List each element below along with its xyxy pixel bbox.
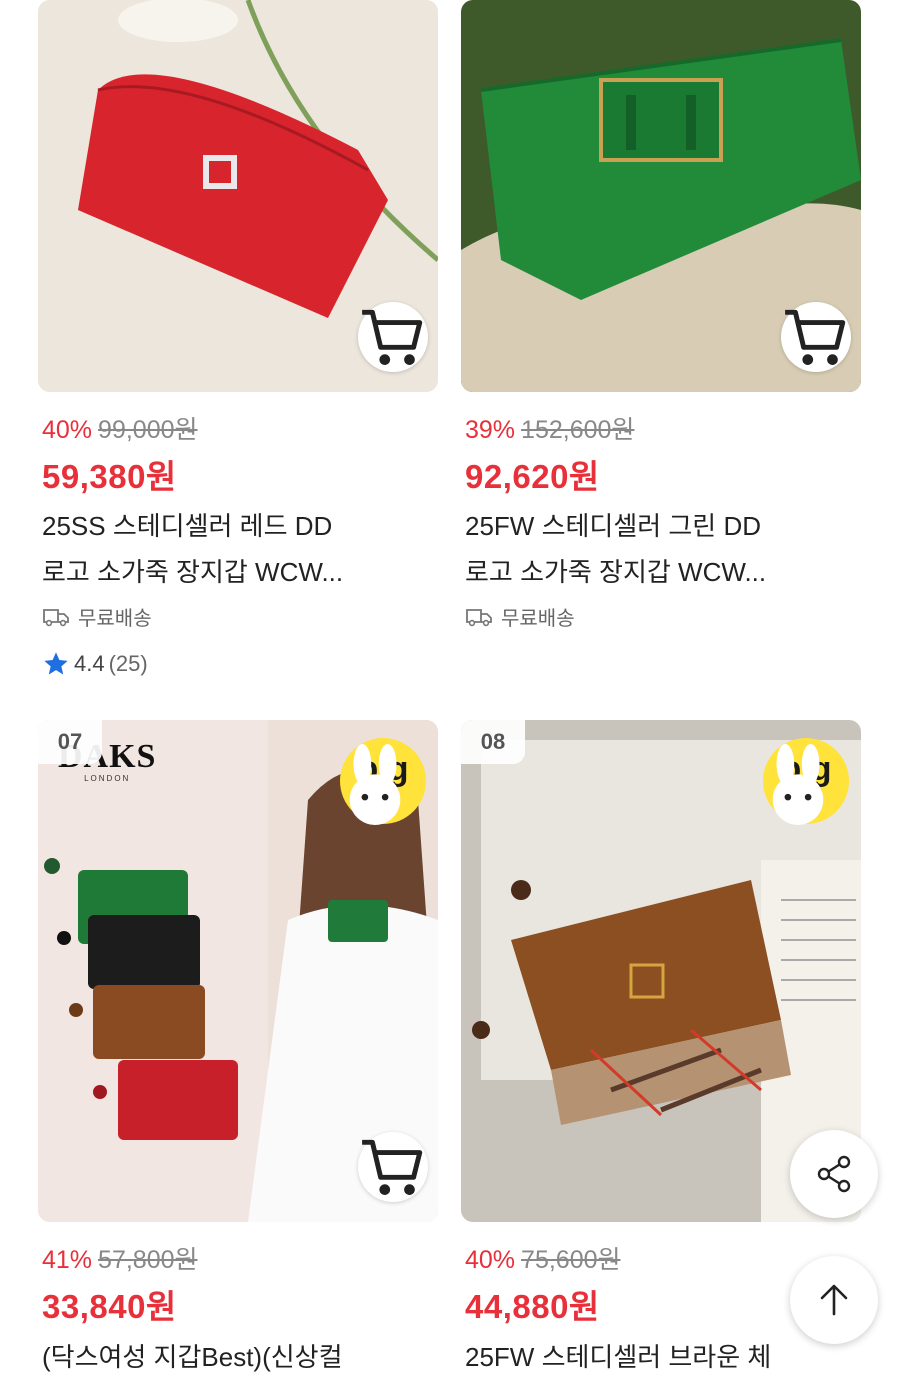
product-image[interactable] <box>38 0 438 392</box>
product-title[interactable]: 25SS 스테디셀러 레드 DD 로고 소가죽 장지갑 WCW... <box>42 503 432 595</box>
product-title[interactable]: 25FW 스테디셀러 브라운 체 <box>465 1334 855 1380</box>
sale-price: 44,880원 <box>465 1288 600 1325</box>
original-price: 75,600원 <box>521 1246 621 1274</box>
product-card[interactable]: DAKS LONDON 07 big sale 41%57,800원 <box>38 720 438 1386</box>
sale-price: 59,380원 <box>42 458 177 495</box>
cart-icon <box>362 309 423 365</box>
product-title-line2: 로고 소가죽 장지갑 WCW... <box>42 557 344 587</box>
product-title[interactable]: (닥스여성 지갑Best)(신상컬 <box>42 1334 432 1380</box>
discount-row: 40% 75,600원 <box>465 1240 621 1276</box>
product-card[interactable]: 39% 152,600원 92,620원 25FW 스테디셀러 그린 DD 로고 … <box>461 0 861 700</box>
add-to-cart-button[interactable] <box>358 1132 428 1202</box>
cart-icon <box>785 309 846 365</box>
product-title-line1: 25SS 스테디셀러 레드 DD <box>42 511 333 541</box>
shipping-label: 무료배송 <box>78 608 152 630</box>
cart-icon <box>362 1139 423 1195</box>
product-grid: 40% 99,000원 59,380원 25SS 스테디셀러 레드 DD 로고 소… <box>0 0 900 1386</box>
discount-row: 40% 99,000원 <box>42 410 198 446</box>
original-price: 152,600원 <box>521 416 635 444</box>
product-image[interactable] <box>461 0 861 392</box>
product-title-line1: 25FW 스테디셀러 그린 DD <box>465 511 762 541</box>
bunny-icon <box>349 744 401 825</box>
original-price: 57,800원 <box>98 1246 198 1274</box>
sale-price: 92,620원 <box>465 458 600 495</box>
big-sale-badge: big sale <box>763 738 849 825</box>
add-to-cart-button[interactable] <box>358 302 428 372</box>
product-card[interactable]: 40% 99,000원 59,380원 25SS 스테디셀러 레드 DD 로고 소… <box>38 0 438 700</box>
discount-rate: 40% <box>42 416 93 444</box>
shipping-info: 무료배송 <box>465 602 575 631</box>
review-count: (25) <box>108 651 148 676</box>
discount-rate: 40% <box>465 1246 516 1274</box>
product-title-line1: 25FW 스테디셀러 브라운 체 <box>465 1342 772 1372</box>
arrow-up-icon <box>820 1284 848 1316</box>
original-price: 99,000원 <box>98 416 198 444</box>
shipping-label: 무료배송 <box>501 608 575 630</box>
big-sale-badge: big sale <box>340 738 426 825</box>
bunny-icon <box>772 744 824 825</box>
rating: 4.4 (25) <box>42 650 148 678</box>
discount-row: 41% 57,800원 <box>42 1240 198 1276</box>
share-icon <box>817 1155 851 1193</box>
discount-rate: 41% <box>42 1246 93 1274</box>
rank-badge: 07 <box>38 720 102 764</box>
product-title-line1: (닥스여성 지갑Best)(신상컬 <box>42 1342 343 1372</box>
discount-rate: 39% <box>465 416 516 444</box>
rank-badge: 08 <box>461 720 525 764</box>
product-title-line2: 로고 소가죽 장지갑 WCW... <box>465 557 767 587</box>
truck-icon <box>43 608 69 626</box>
star-icon <box>44 652 68 675</box>
shipping-info: 무료배송 <box>42 602 152 631</box>
sale-price: 33,840원 <box>42 1288 177 1325</box>
rating-value: 4.4 <box>74 651 105 676</box>
product-image[interactable]: DAKS LONDON 07 big sale <box>38 720 438 1222</box>
truck-icon <box>466 608 492 626</box>
share-button[interactable] <box>790 1130 878 1218</box>
product-title[interactable]: 25FW 스테디셀러 그린 DD 로고 소가죽 장지갑 WCW... <box>465 503 855 595</box>
discount-row: 39% 152,600원 <box>465 410 634 446</box>
add-to-cart-button[interactable] <box>781 302 851 372</box>
scroll-to-top-button[interactable] <box>790 1256 878 1344</box>
